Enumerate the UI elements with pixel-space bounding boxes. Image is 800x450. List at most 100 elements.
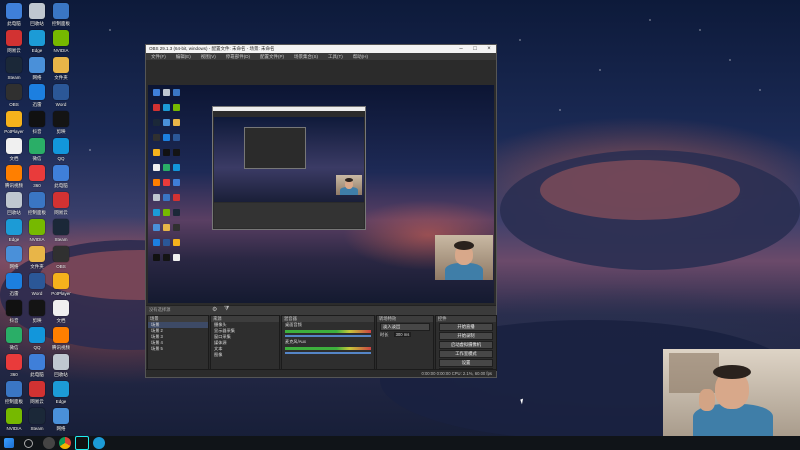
recycle-bin-icon [153,194,160,201]
sources-dock: 来源 摄像头 显示器采集 窗口采集 媒体源 文本 图像 [210,315,280,371]
nested-webcam [336,175,362,195]
controls-dock: 控件 开始直播 开始录制 启动虚拟摄像机 工作室模式 设置 退出 [435,315,497,376]
desktop-icon-label: 文件夹 [30,264,44,269]
chrome-icon[interactable] [59,437,71,449]
word-icon [29,273,45,289]
document-icon [6,138,22,154]
start-recording-button[interactable]: 开始录制 [439,332,493,340]
obs-preview[interactable] [148,85,494,303]
recycle-bin-icon [53,354,69,370]
preview-webcam [435,235,493,280]
settings-button[interactable]: 设置 [439,359,493,367]
document-icon [53,300,69,316]
recycle-bin-icon [6,192,22,208]
virtual-camera-button[interactable]: 启动虚拟摄像机 [439,341,493,349]
control-panel-icon [53,3,69,19]
nested-titlebar [213,107,365,111]
desktop-icon-label: QQ [33,345,41,350]
start-streaming-button[interactable]: 开始直播 [439,323,493,331]
netease-music-icon [29,381,45,397]
menu-tools[interactable]: 工具(T) [328,54,343,60]
thunder-icon [153,239,160,246]
search-icon[interactable] [24,438,33,448]
menu-file[interactable]: 文件(F) [151,54,166,60]
maximize-icon[interactable]: □ [468,46,482,52]
desktop-icon-label: 此电脑 [54,183,68,188]
menu-edit[interactable]: 编辑(E) [176,54,191,60]
word-icon [163,239,170,246]
nvidia-icon [163,209,170,216]
obs-titlebar[interactable]: OBS 29.1.3 (64-bit, windows) - 配置文件: 未命名… [146,45,496,53]
obs-icon[interactable] [43,437,55,449]
capcut-icon [163,254,170,261]
potplayer-icon [153,149,160,156]
transition-select[interactable]: 淡入淡出 [380,323,430,331]
desktop-icon-label: Steam [30,426,44,431]
volume-slider[interactable] [285,335,371,337]
nested-preview [214,117,364,202]
menu-view[interactable]: 视图(V) [201,54,216,60]
nested-obs-window [212,106,366,230]
desktop-icon-label: 网易云 [54,210,68,215]
nvidia-icon [173,104,180,111]
desktop-icon-label: 回收站 [54,372,68,377]
folder-icon [29,246,45,262]
steam-icon [29,408,45,424]
duration-input[interactable]: 300 ms [393,332,412,337]
edge-icon [153,209,160,216]
desktop-icon-label: Word [55,102,67,107]
obs-icon [53,246,69,262]
computer-icon [153,89,160,96]
obs-window[interactable]: OBS 29.1.3 (64-bit, windows) - 配置文件: 未命名… [145,44,497,378]
menu-profile[interactable]: 配置文件(P) [260,54,284,60]
start-icon[interactable] [4,438,14,448]
source-item[interactable]: 图像 [211,352,279,358]
folder-icon [53,57,69,73]
close-icon[interactable]: × [482,46,496,52]
obs-icon [153,134,160,141]
potplayer-icon [53,273,69,289]
edge-icon [163,104,170,111]
desktop-icon-label: 迅雷 [32,102,42,107]
filter-icon[interactable]: ⧩ [224,306,229,313]
scenes-dock: 场景 场景 场景 2 场景 3 场景 4 场景 5 [147,315,209,371]
menu-docks[interactable]: 停靠部件(D) [226,54,250,60]
desktop-icon-label: PotPlayer [4,129,24,134]
desktop-icon-label: 剪映 [56,129,66,134]
minimize-icon[interactable]: – [454,46,468,52]
status-bar: 0:00:00 0:00:00 CPU: 2.1%, 60.00 fps [146,369,496,377]
network-icon [6,246,22,262]
douyin-icon [153,254,160,261]
transitions-dock: 转场特效 淡入淡出 时长 300 ms [376,315,434,371]
menu-scene-collection[interactable]: 场景集合(S) [294,54,318,60]
tencent-video-icon [6,165,22,181]
nvidia-icon [29,219,45,235]
360-icon [163,179,170,186]
netease-music-icon [173,194,180,201]
desktop-icon-label: 网易云 [7,48,21,53]
edge-icon[interactable] [93,437,105,449]
desktop-icon-label: 剪映 [32,318,42,323]
potplayer-icon [173,239,180,246]
desktop-icon-label: 文档 [56,318,66,323]
360-icon [29,165,45,181]
studio-mode-button[interactable]: 工作室模式 [439,350,493,358]
edge-icon [53,381,69,397]
obs-icon [173,224,180,231]
cloud [540,160,740,220]
obs-title: OBS 29.1.3 (64-bit, windows) - 配置文件: 未命名… [149,46,275,51]
desktop-icon-label: 腾讯视频 [5,183,23,188]
document-icon [173,254,180,261]
volume-slider[interactable] [285,352,371,354]
menu-help[interactable]: 帮助(H) [353,54,368,60]
desktop-icon-label: 迅雷 [9,291,19,296]
desktop-icon-label: Edge [55,399,67,404]
desktop-icon-label: Steam [7,75,21,80]
qq-icon [29,327,45,343]
thunder-icon [29,84,45,100]
scene-item[interactable]: 场景 5 [148,346,208,352]
network-icon [163,119,170,126]
steam-icon [173,209,180,216]
douyin-icon[interactable] [75,436,89,450]
gear-icon[interactable]: ⚙ [212,306,217,313]
